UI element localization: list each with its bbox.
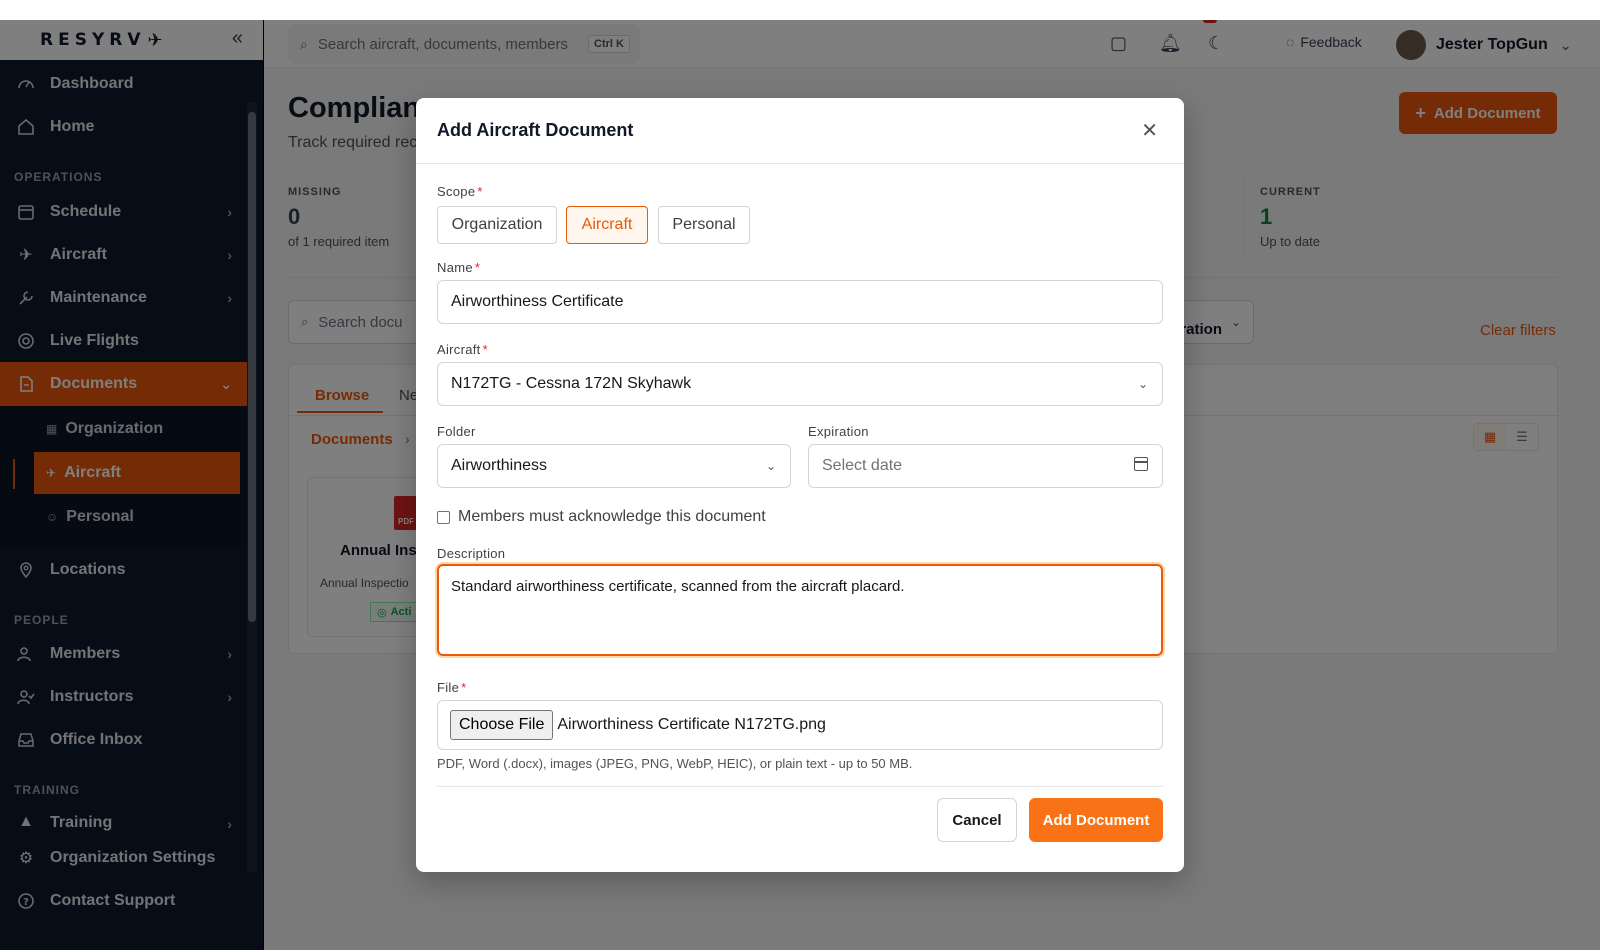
scope-label-text: Scope — [437, 184, 476, 199]
scope-aircraft-button[interactable]: Aircraft — [566, 206, 648, 244]
name-label-text: Name — [437, 260, 473, 275]
description-label: Description — [437, 546, 506, 561]
add-aircraft-document-modal: Add Aircraft Document ✕ Scope * Organizat… — [416, 98, 1184, 872]
scope-personal-button[interactable]: Personal — [658, 206, 750, 244]
scope-organization-button[interactable]: Organization — [437, 206, 557, 244]
expiration-placeholder: Select date — [822, 457, 903, 474]
folder-select[interactable]: Airworthiness ⌄ — [437, 444, 791, 488]
file-input: Choose File Airworthiness Certificate N1… — [437, 700, 1163, 750]
file-hint: PDF, Word (.docx), images (JPEG, PNG, We… — [437, 756, 913, 771]
file-label-text: File — [437, 680, 460, 695]
chevron-down-icon: ⌄ — [1137, 377, 1148, 391]
divider — [437, 786, 1163, 787]
required-marker: * — [477, 184, 483, 199]
file-label: File * — [437, 680, 467, 695]
close-icon[interactable]: ✕ — [1141, 118, 1158, 143]
expiration-label: Expiration — [808, 424, 869, 439]
name-input[interactable]: Airworthiness Certificate — [437, 280, 1163, 324]
divider — [416, 163, 1184, 164]
calendar-icon — [1134, 457, 1148, 471]
required-marker: * — [461, 680, 467, 695]
expiration-date-input[interactable]: Select date — [808, 444, 1163, 488]
folder-label: Folder — [437, 424, 476, 439]
acknowledge-label: Members must acknowledge this document — [458, 508, 766, 525]
file-name: Airworthiness Certificate N172TG.png — [557, 716, 826, 733]
aircraft-label: Aircraft * — [437, 342, 488, 357]
acknowledge-checkbox[interactable] — [437, 510, 450, 524]
description-textarea[interactable]: Standard airworthiness certificate, scan… — [437, 564, 1163, 656]
aircraft-value: N172TG - Cessna 172N Skyhawk — [451, 375, 692, 392]
aircraft-select[interactable]: N172TG - Cessna 172N Skyhawk ⌄ — [437, 362, 1163, 406]
folder-value: Airworthiness — [451, 457, 548, 474]
add-document-submit-button[interactable]: Add Document — [1029, 798, 1163, 842]
scope-label: Scope * — [437, 184, 483, 199]
aircraft-label-text: Aircraft — [437, 342, 481, 357]
cancel-button[interactable]: Cancel — [937, 798, 1017, 842]
chevron-down-icon: ⌄ — [765, 459, 776, 473]
required-marker: * — [474, 260, 481, 275]
modal-title: Add Aircraft Document — [437, 120, 634, 140]
acknowledge-row: Members must acknowledge this document — [437, 508, 766, 526]
top-strip — [0, 0, 1600, 20]
name-value: Airworthiness Certificate — [451, 293, 624, 310]
required-marker: * — [482, 342, 488, 357]
name-label: Name * — [437, 260, 480, 275]
choose-file-button[interactable]: Choose File — [450, 710, 554, 740]
